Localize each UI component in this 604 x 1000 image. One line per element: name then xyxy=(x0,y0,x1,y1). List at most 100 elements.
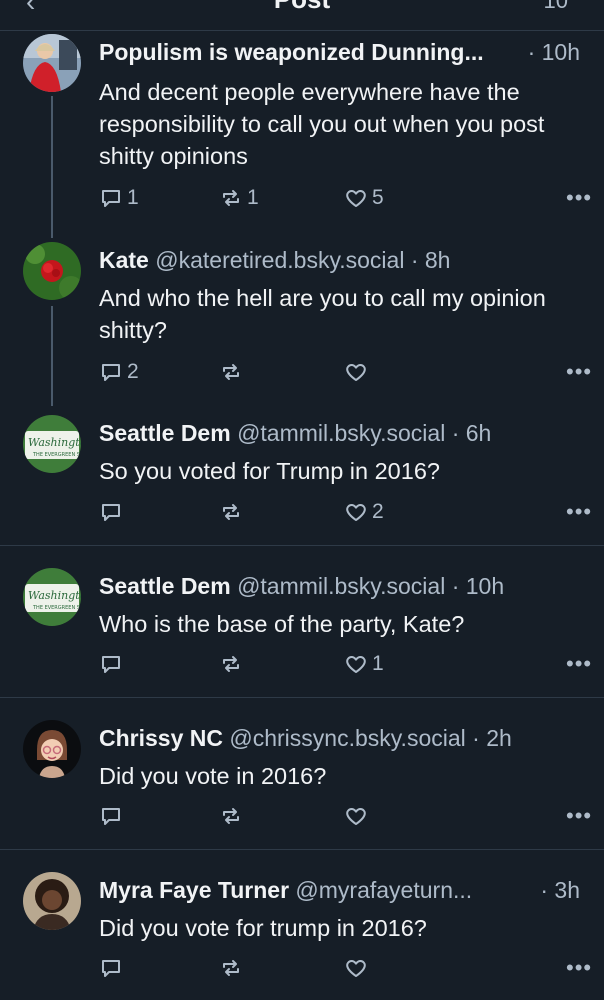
avatar[interactable] xyxy=(23,720,81,778)
repost-count: 1 xyxy=(247,186,259,209)
svg-text:Washington: Washington xyxy=(28,589,81,602)
reply-icon xyxy=(102,960,120,977)
repost-icon xyxy=(223,960,239,976)
post-meta: Chrissy NC @chrissync.bsky.social · 2h xyxy=(99,724,590,752)
more-options-icon[interactable]: ••• xyxy=(566,498,592,526)
reply-button[interactable]: 1 xyxy=(99,184,139,212)
post-meta: Kate @kateretired.bsky.social · 8h xyxy=(99,246,590,274)
post-time: · 10h xyxy=(527,39,580,65)
repost-button[interactable]: 1 xyxy=(219,184,259,212)
reply-button[interactable] xyxy=(99,650,127,678)
more-options-icon[interactable]: ••• xyxy=(566,954,592,982)
reply-button[interactable] xyxy=(99,498,127,526)
post-time: · 3h xyxy=(540,877,580,903)
repost-button[interactable] xyxy=(219,650,247,678)
post-meta: Seattle Dem @tammil.bsky.social · 10h xyxy=(99,572,590,600)
post-text: Who is the base of the party, Kate? xyxy=(99,611,465,637)
author-handle[interactable]: @tammil.bsky.social xyxy=(237,420,445,446)
heart-icon xyxy=(346,808,366,825)
post-actions: ••• xyxy=(99,802,591,830)
repost-icon xyxy=(223,364,239,380)
like-button[interactable]: 5 xyxy=(344,184,384,212)
reply-icon xyxy=(102,504,120,521)
top-bar: ‹ Post 10 xyxy=(0,0,604,31)
repost-icon xyxy=(223,190,239,206)
avatar[interactable] xyxy=(23,34,81,92)
more-options-icon[interactable]: ••• xyxy=(566,358,592,386)
author-name[interactable]: Populism is weaponized Dunning... xyxy=(99,39,484,65)
heart-icon xyxy=(346,364,366,381)
heart-icon xyxy=(346,656,366,673)
author-name[interactable]: Seattle Dem xyxy=(99,420,231,446)
reply-icon xyxy=(102,808,120,825)
post-text: And decent people everywhere have the re… xyxy=(99,79,545,169)
author-name[interactable]: Myra Faye Turner xyxy=(99,877,289,903)
post-item[interactable]: Washington THE EVERGREEN STATE Seattle D… xyxy=(0,385,604,546)
reply-count: 1 xyxy=(127,186,139,209)
avatar[interactable]: Washington THE EVERGREEN STATE xyxy=(23,568,81,626)
reply-button[interactable] xyxy=(99,802,127,830)
post-time: · 6h xyxy=(451,420,492,446)
post-time: · 2h xyxy=(472,725,512,751)
like-button[interactable]: 2 xyxy=(344,498,384,526)
more-options-icon[interactable]: ••• xyxy=(566,650,592,678)
author-handle[interactable]: @kateretired.bsky.social xyxy=(155,247,404,273)
avatar[interactable] xyxy=(23,242,81,300)
like-button[interactable] xyxy=(344,802,372,830)
avatar[interactable] xyxy=(23,872,81,930)
svg-text:THE EVERGREEN STATE: THE EVERGREEN STATE xyxy=(32,452,81,458)
like-count: 1 xyxy=(372,652,384,675)
post-actions: 2 ••• xyxy=(99,498,591,526)
post-item[interactable]: Populism is weaponized Dunning... · 10h … xyxy=(0,30,604,230)
post-time: · 10h xyxy=(451,573,505,599)
post-item[interactable]: Myra Faye Turner @myrafayeturn... · 3h D… xyxy=(0,850,604,1000)
repost-button[interactable] xyxy=(219,358,247,386)
heart-icon xyxy=(346,190,366,207)
like-count: 2 xyxy=(372,500,384,523)
reply-icon xyxy=(102,364,120,381)
reply-count: 2 xyxy=(127,360,139,383)
heart-icon xyxy=(346,960,366,977)
post-actions: ••• xyxy=(99,954,591,982)
post-text: Did you vote in 2016? xyxy=(99,763,327,789)
reply-icon xyxy=(102,190,120,207)
repost-button[interactable] xyxy=(219,802,247,830)
post-actions: 2 ••• xyxy=(99,358,591,386)
author-handle[interactable]: @chrissync.bsky.social xyxy=(229,725,465,751)
page-title: Post xyxy=(0,0,604,15)
author-name[interactable]: Kate xyxy=(99,247,149,273)
repost-icon xyxy=(223,808,239,824)
like-button[interactable]: 1 xyxy=(344,650,384,678)
repost-icon xyxy=(223,656,239,672)
author-handle[interactable]: @tammil.bsky.social xyxy=(237,573,445,599)
post-meta: Seattle Dem @tammil.bsky.social · 6h xyxy=(99,419,590,447)
repost-button[interactable] xyxy=(219,498,247,526)
reply-button[interactable]: 2 xyxy=(99,358,139,386)
like-button[interactable] xyxy=(344,954,372,982)
avatar[interactable]: Washington THE EVERGREEN STATE xyxy=(23,415,81,473)
header-count: 10 xyxy=(543,0,568,13)
post-text: So you voted for Trump in 2016? xyxy=(99,458,440,484)
post-text: And who the hell are you to call my opin… xyxy=(99,285,546,343)
svg-text:Washington: Washington xyxy=(28,436,81,449)
post-actions: 1 1 5 ••• xyxy=(99,184,591,212)
more-options-icon[interactable]: ••• xyxy=(566,802,592,830)
post-item[interactable]: Chrissy NC @chrissync.bsky.social · 2h D… xyxy=(0,698,604,850)
post-item[interactable]: Kate @kateretired.bsky.social · 8h And w… xyxy=(0,230,604,385)
post-item[interactable]: Washington THE EVERGREEN STATE Seattle D… xyxy=(0,546,604,698)
heart-icon xyxy=(346,504,366,521)
post-actions: 1 ••• xyxy=(99,650,591,678)
author-name[interactable]: Chrissy NC xyxy=(99,725,223,751)
like-button[interactable] xyxy=(344,358,372,386)
author-name[interactable]: Seattle Dem xyxy=(99,573,231,599)
more-options-icon[interactable]: ••• xyxy=(566,184,592,212)
repost-button[interactable] xyxy=(219,954,247,982)
reply-button[interactable] xyxy=(99,954,127,982)
post-text: Did you vote for trump in 2016? xyxy=(99,915,427,941)
reply-icon xyxy=(102,656,120,673)
repost-icon xyxy=(223,504,239,520)
post-time: · 8h xyxy=(410,247,451,273)
post-meta: Myra Faye Turner @myrafayeturn... · 3h xyxy=(99,876,590,904)
author-handle[interactable]: @myrafayeturn... xyxy=(295,877,472,903)
like-count: 5 xyxy=(372,186,384,209)
